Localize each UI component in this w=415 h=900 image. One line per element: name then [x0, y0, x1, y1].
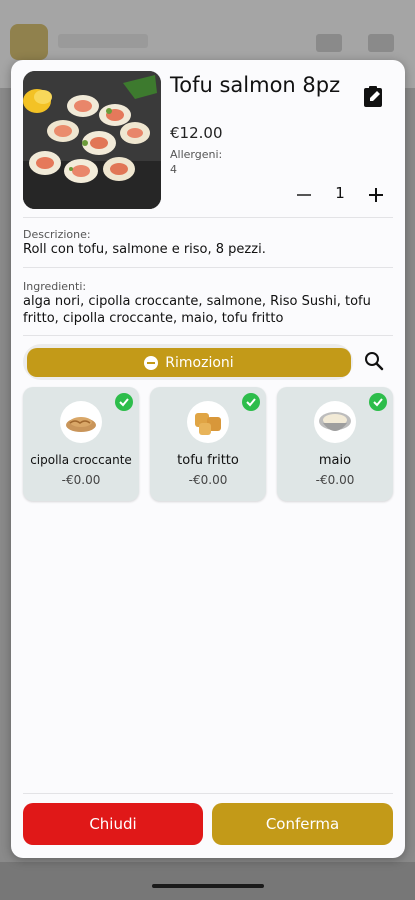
check-icon: [242, 393, 260, 411]
crispy-onion-image: [60, 401, 102, 443]
minus-circle-icon: [144, 355, 159, 370]
mayo-icon: [319, 412, 351, 431]
search-button[interactable]: [362, 349, 386, 373]
quantity-increase-button[interactable]: [363, 182, 389, 208]
background-logo: [10, 24, 48, 60]
background-icon: [368, 34, 394, 52]
home-indicator[interactable]: [152, 884, 264, 888]
plus-icon: [369, 188, 383, 202]
removal-item-name: tofu fritto: [177, 453, 239, 468]
ingredients-text: alga nori, cipolla croccante, salmone, R…: [23, 294, 371, 326]
description-label: Descrizione:: [23, 228, 91, 241]
quantity-decrease-button[interactable]: [291, 182, 317, 208]
quantity-value: 1: [335, 184, 345, 202]
removal-card-tofu-fritto[interactable]: tofu fritto -€0.00: [150, 387, 266, 501]
edit-note-icon: [364, 86, 382, 107]
removal-card-cipolla-croccante[interactable]: cipolla croccante -€0.00: [23, 387, 139, 501]
ingredients-label: Ingredienti:: [23, 280, 87, 293]
background-icon: [316, 34, 342, 52]
allergen-value: 4: [170, 163, 177, 176]
removal-item-price: -€0.00: [61, 473, 101, 487]
crispy-onion-icon: [66, 417, 96, 432]
sushi-roll-photo: [23, 71, 161, 209]
product-photo: [23, 71, 161, 209]
divider: [23, 217, 393, 218]
product-title: Tofu salmon 8pz: [170, 73, 341, 97]
removal-card-maio[interactable]: maio -€0.00: [277, 387, 393, 501]
product-dialog: Tofu salmon 8pz €12.00 Allergeni: 4 1 De…: [11, 60, 405, 858]
fried-tofu-icon: [195, 413, 221, 435]
removal-item-price: -€0.00: [315, 473, 355, 487]
divider: [23, 793, 393, 794]
confirm-button[interactable]: Conferma: [212, 803, 393, 845]
close-button[interactable]: Chiudi: [23, 803, 203, 845]
divider: [23, 267, 393, 268]
fried-tofu-image: [187, 401, 229, 443]
removals-label: Rimozioni: [165, 354, 234, 371]
product-price: €12.00: [170, 124, 223, 142]
removals-button[interactable]: Rimozioni: [27, 348, 351, 377]
removal-item-name: cipolla croccante: [30, 453, 132, 467]
mayo-image: [314, 401, 356, 443]
description-text: Roll con tofu, salmone e riso, 8 pezzi.: [23, 242, 266, 257]
check-icon: [369, 393, 387, 411]
removal-item-price: -€0.00: [188, 473, 228, 487]
minus-icon: [297, 194, 311, 196]
background-bottom-bar: [0, 862, 415, 900]
search-icon: [365, 352, 384, 371]
edit-note-button[interactable]: [361, 84, 387, 110]
divider: [23, 335, 393, 336]
allergen-label: Allergeni:: [170, 148, 223, 161]
check-icon: [115, 393, 133, 411]
removal-item-name: maio: [318, 453, 352, 468]
background-title: [58, 34, 148, 48]
